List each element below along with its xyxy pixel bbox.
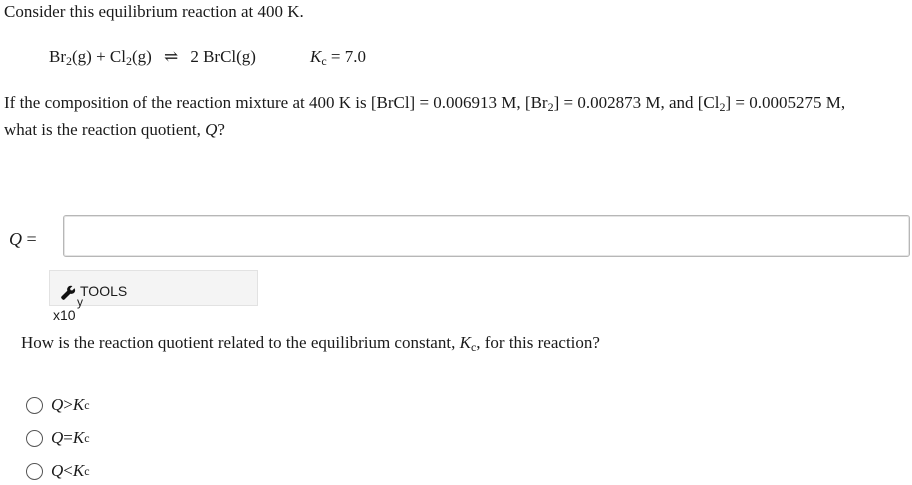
composition-question: If the composition of the reaction mixtu…	[4, 93, 845, 113]
option-k: K	[72, 461, 85, 480]
kc-value: = 7.0	[326, 47, 367, 66]
question-part2: ] = 0.002873 M, and [Cl	[553, 93, 720, 112]
eq-cl2-phase: (g)	[131, 47, 152, 66]
option-operator: =	[63, 428, 73, 447]
chemical-equation: Br2(g) + Cl2(g) ⇌ 2 BrCl(g)	[49, 47, 256, 67]
radio-button[interactable]	[26, 462, 43, 480]
option-q: Q	[51, 395, 64, 414]
tools-y-label: y	[77, 295, 83, 309]
option-q: Q	[51, 428, 64, 447]
option-q: Q	[51, 461, 64, 480]
option-operator: <	[63, 461, 73, 480]
tools-label: TOOLS	[80, 283, 128, 299]
quotient-question: what is the reaction quotient, Q?	[4, 120, 225, 140]
option-q-equal-kc[interactable]: Q = Kc	[26, 428, 90, 448]
answer-input[interactable]	[64, 216, 909, 256]
option-operator: >	[63, 395, 73, 414]
question-part1: If the composition of the reaction mixtu…	[4, 93, 548, 112]
wrench-icon	[61, 285, 76, 300]
radio-button[interactable]	[26, 429, 43, 447]
option-q-greater-kc[interactable]: Q > Kc	[26, 395, 90, 415]
eq-cl2: (g) + Cl	[72, 47, 126, 66]
relation-k-symbol: K	[459, 333, 471, 352]
eq-product: 2 BrCl(g)	[190, 47, 256, 66]
relation-question: How is the reaction quotient related to …	[21, 333, 600, 353]
radio-button[interactable]	[26, 396, 43, 414]
question-part3: ] = 0.0005275 M,	[725, 93, 846, 112]
option-k: K	[72, 428, 85, 447]
question-mark: ?	[217, 120, 225, 139]
intro-text: Consider this equilibrium reaction at 40…	[4, 2, 304, 21]
option-q-less-kc[interactable]: Q < Kc	[26, 461, 90, 481]
question-q-symbol: Q	[205, 120, 218, 139]
equilibrium-arrow-icon: ⇌	[163, 47, 179, 66]
x10-button[interactable]: x10	[53, 307, 76, 323]
answer-field[interactable]	[63, 215, 910, 257]
relation-question-end: , for this reaction?	[476, 333, 600, 352]
eq-br2: Br	[49, 47, 66, 66]
tools-button[interactable]: TOOLS	[60, 283, 255, 305]
answer-label: Q =	[9, 229, 37, 249]
equilibrium-constant: Kc = 7.0	[310, 47, 366, 67]
relation-question-text: How is the reaction quotient related to …	[21, 333, 460, 352]
question-line2: what is the reaction quotient,	[4, 120, 206, 139]
answer-label-q: Q	[9, 229, 22, 249]
kc-symbol: K	[310, 47, 322, 66]
answer-label-eq: =	[22, 229, 37, 249]
option-k: K	[72, 395, 85, 414]
